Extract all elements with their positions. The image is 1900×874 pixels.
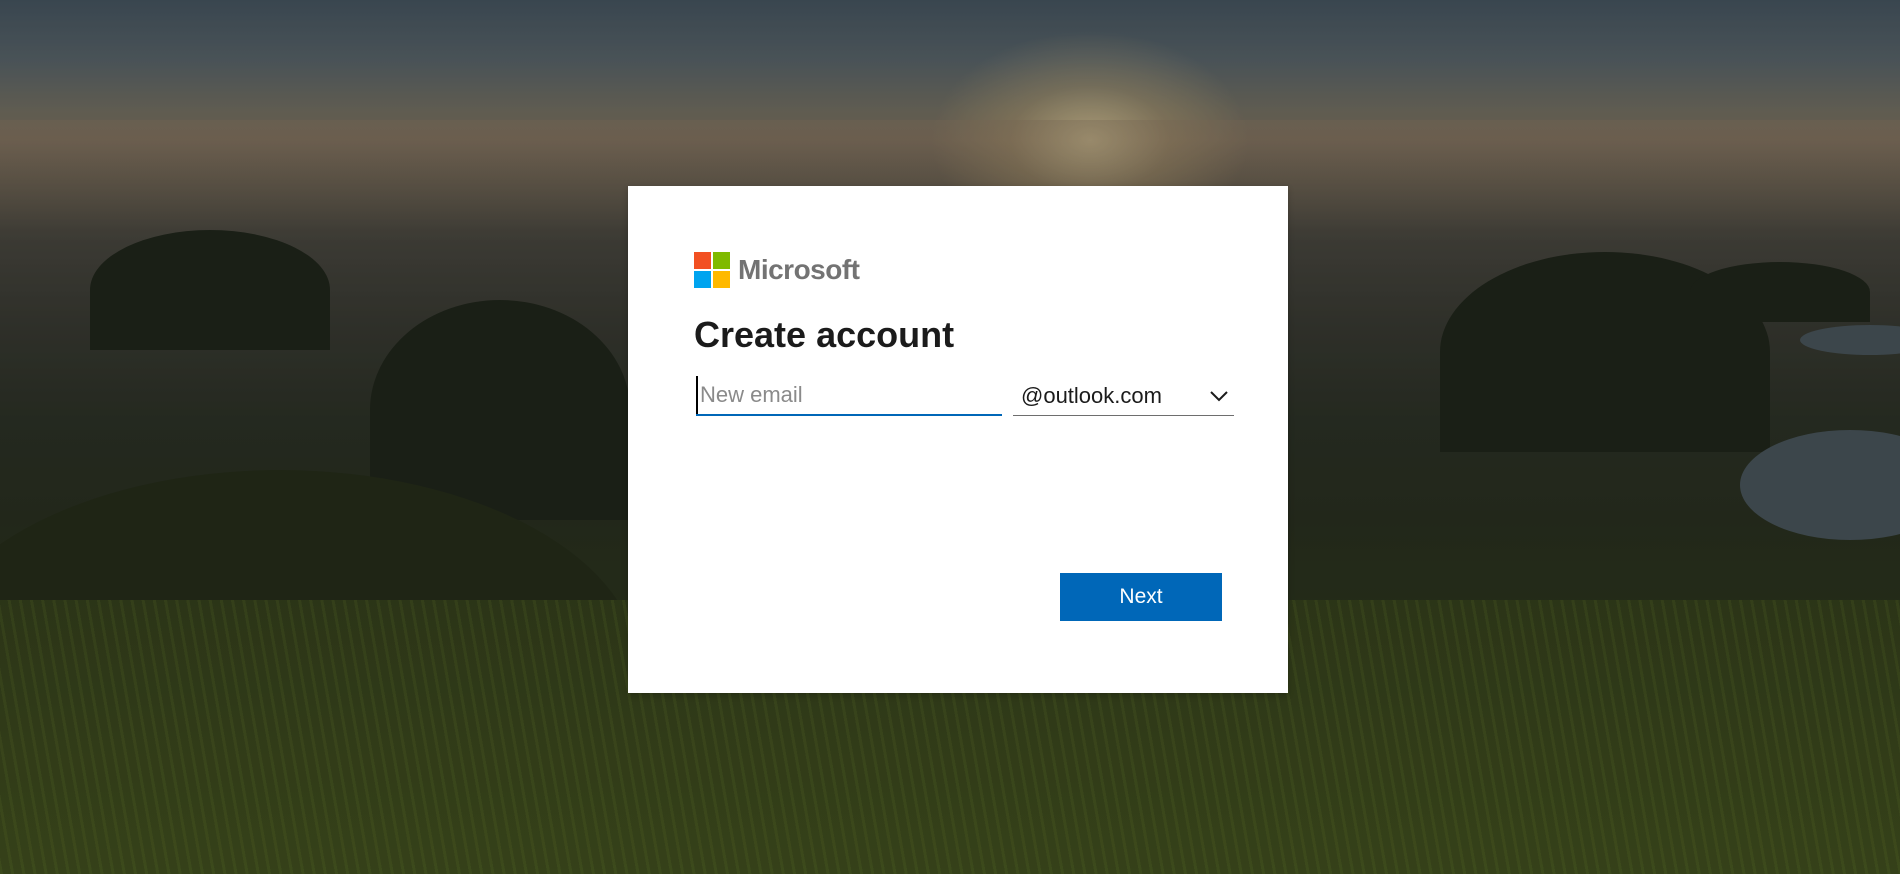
logo-square-green [713, 252, 730, 269]
microsoft-logo-icon [694, 252, 730, 288]
page-title: Create account [694, 314, 955, 355]
next-button[interactable]: Next [1060, 573, 1222, 621]
logo-square-red [694, 252, 711, 269]
microsoft-logo: Microsoft [694, 252, 860, 288]
logo-square-blue [694, 271, 711, 288]
email-field-container [696, 376, 1002, 416]
domain-select-value: @outlook.com [1021, 382, 1162, 408]
chevron-down-icon [1208, 385, 1230, 407]
new-email-input[interactable] [696, 376, 1002, 414]
logo-wordmark: Microsoft [738, 254, 860, 285]
signup-card: Microsoft Create account @outlook.com Ne… [628, 186, 1288, 693]
domain-select[interactable]: @outlook.com [1013, 376, 1234, 416]
logo-square-yellow [713, 271, 730, 288]
